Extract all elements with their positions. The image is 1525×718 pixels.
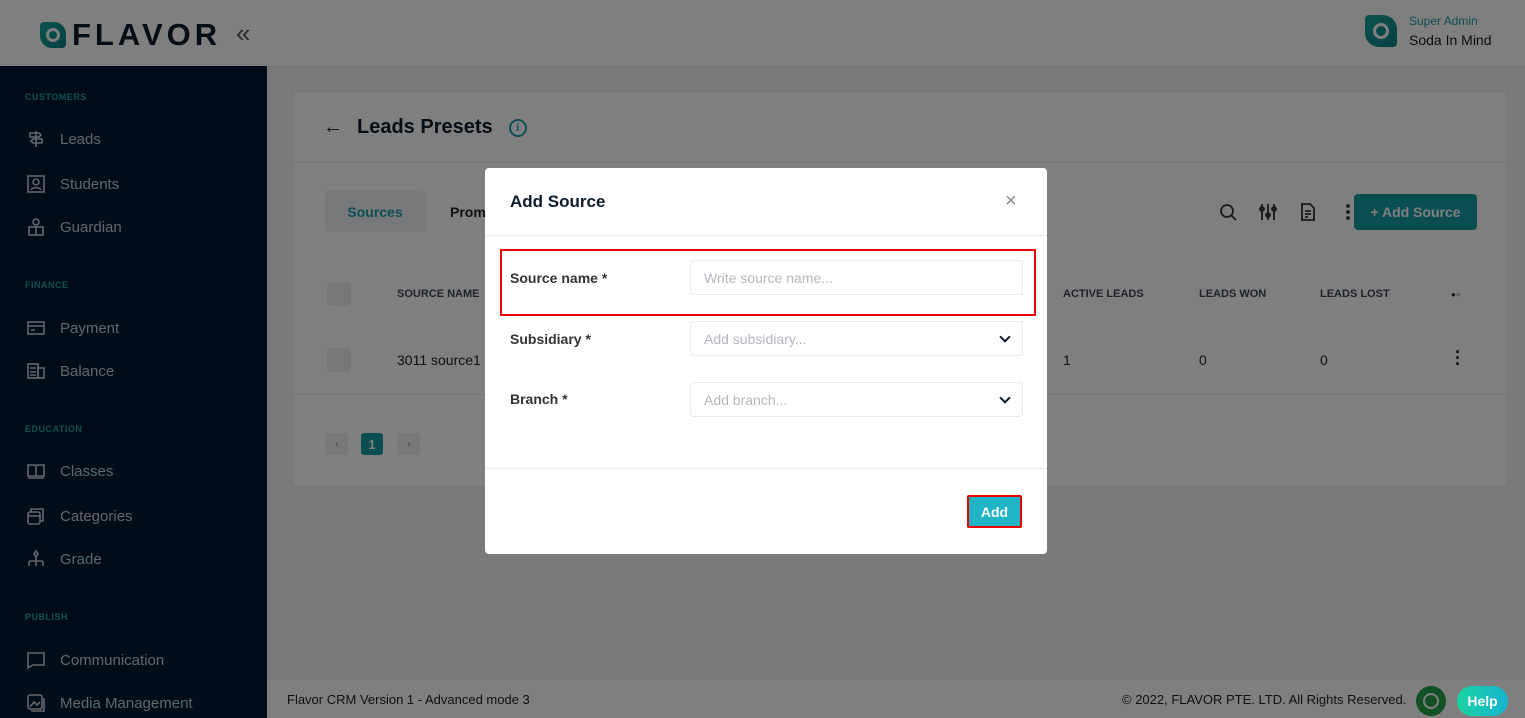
divider bbox=[485, 235, 1047, 236]
add-button[interactable]: Add bbox=[967, 495, 1022, 528]
source-name-label: Source name * bbox=[510, 270, 608, 286]
subsidiary-label: Subsidiary * bbox=[510, 331, 591, 347]
source-name-input[interactable] bbox=[690, 260, 1023, 295]
close-icon[interactable]: × bbox=[1005, 190, 1017, 213]
dialog-title: Add Source bbox=[510, 192, 606, 211]
branch-select[interactable]: Add branch... bbox=[690, 382, 1023, 417]
add-source-dialog: Add Source × Source name * Subsidiary * … bbox=[485, 168, 1047, 554]
source-name-field[interactable] bbox=[704, 269, 1009, 286]
chevron-down-icon bbox=[999, 391, 1011, 404]
subsidiary-select[interactable]: Add subsidiary... bbox=[690, 321, 1023, 356]
chevron-down-icon bbox=[999, 330, 1011, 343]
help-button[interactable]: Help bbox=[1457, 686, 1508, 716]
branch-label: Branch * bbox=[510, 391, 568, 407]
divider bbox=[485, 468, 1047, 469]
